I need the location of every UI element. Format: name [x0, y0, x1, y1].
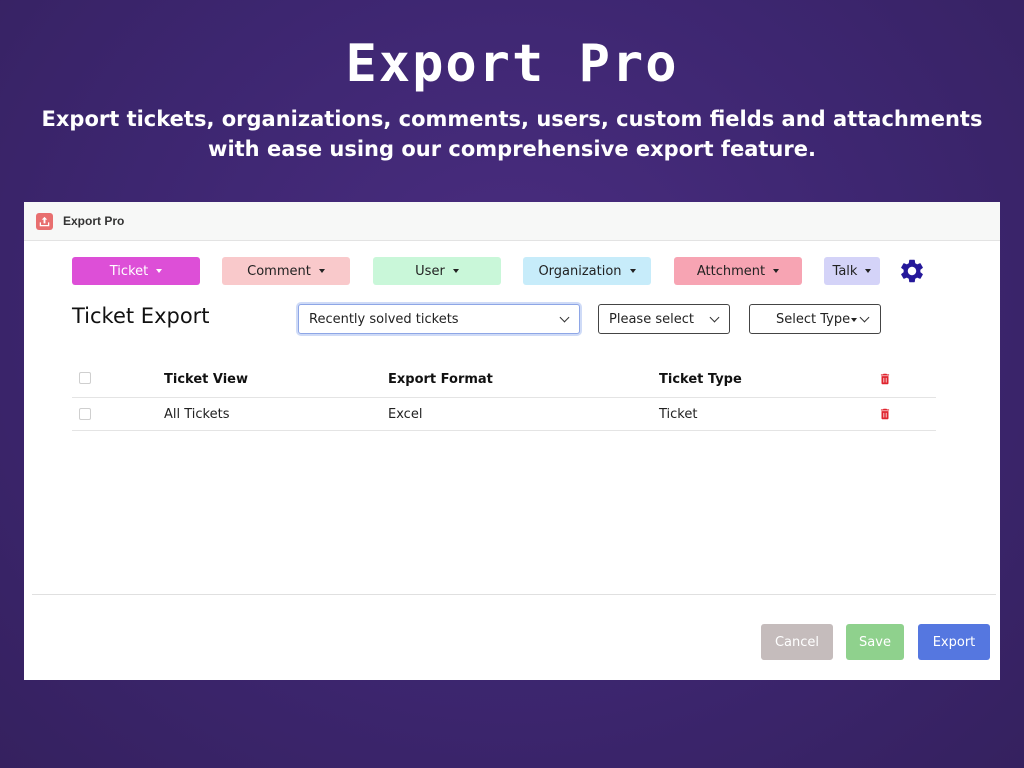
gear-icon[interactable]	[898, 257, 926, 285]
app-window: Export Pro Ticket Comment User Organizat…	[24, 202, 1000, 680]
window-title: Export Pro	[63, 214, 125, 228]
export-app-icon	[36, 212, 53, 230]
caret-down-icon	[156, 269, 163, 273]
cell-ticket-type: Ticket	[659, 407, 698, 422]
hero-subtitle-line2: with ease using our comprehensive export…	[208, 137, 816, 161]
tab-organization-label: Organization	[538, 263, 622, 279]
export-table: Ticket View Export Format Ticket Type Al…	[72, 365, 936, 431]
tab-attachment[interactable]: Attchment	[674, 257, 802, 285]
hero-subtitle: Export tickets, organizations, comments,…	[40, 104, 984, 164]
row-checkbox[interactable]	[79, 408, 91, 420]
ticket-type-select[interactable]: Select Type	[749, 304, 881, 334]
caret-down-icon	[629, 269, 636, 273]
header-ticket-view: Ticket View	[164, 372, 248, 387]
cancel-button[interactable]: Cancel	[761, 624, 833, 660]
ticket-view-select-value: Recently solved tickets	[309, 311, 459, 327]
chevron-down-icon	[559, 312, 570, 323]
cell-ticket-view: All Tickets	[164, 407, 230, 422]
select-all-checkbox[interactable]	[79, 372, 91, 384]
export-format-select-value: Please select	[609, 311, 694, 327]
ticket-view-select[interactable]: Recently solved tickets	[298, 304, 580, 334]
tab-user-label: User	[415, 263, 445, 279]
header-export-format: Export Format	[388, 372, 493, 387]
footer-divider	[32, 594, 996, 595]
caret-down-icon	[318, 269, 325, 273]
table-header-row: Ticket View Export Format Ticket Type	[72, 365, 936, 398]
tab-organization[interactable]: Organization	[523, 257, 651, 285]
caret-down-icon	[851, 318, 857, 322]
header-ticket-type: Ticket Type	[659, 372, 742, 387]
tab-ticket-label: Ticket	[109, 263, 149, 279]
trash-icon[interactable]	[878, 372, 892, 386]
tab-comment-label: Comment	[247, 263, 311, 279]
caret-down-icon	[865, 269, 872, 273]
export-format-select[interactable]: Please select	[598, 304, 730, 334]
save-button[interactable]: Save	[846, 624, 904, 660]
caret-down-icon	[452, 269, 459, 273]
tab-user[interactable]: User	[373, 257, 501, 285]
caret-down-icon	[773, 269, 780, 273]
hero-subtitle-line1: Export tickets, organizations, comments,…	[41, 107, 983, 131]
table-row: All Tickets Excel Ticket	[72, 398, 936, 431]
window-titlebar: Export Pro	[24, 202, 1000, 241]
cell-export-format: Excel	[388, 407, 423, 422]
tab-attachment-label: Attchment	[696, 263, 766, 279]
ticket-type-select-value: Select Type	[776, 311, 851, 327]
export-button[interactable]: Export	[918, 624, 990, 660]
chevron-down-icon	[859, 312, 870, 323]
tab-comment[interactable]: Comment	[222, 257, 350, 285]
tab-talk-label: Talk	[832, 263, 858, 279]
chevron-down-icon	[709, 312, 720, 323]
tab-ticket[interactable]: Ticket	[72, 257, 200, 285]
trash-icon[interactable]	[878, 407, 892, 421]
tab-talk[interactable]: Talk	[824, 257, 880, 285]
page-title: Ticket Export	[72, 304, 210, 328]
hero-title: Export Pro	[345, 34, 679, 94]
